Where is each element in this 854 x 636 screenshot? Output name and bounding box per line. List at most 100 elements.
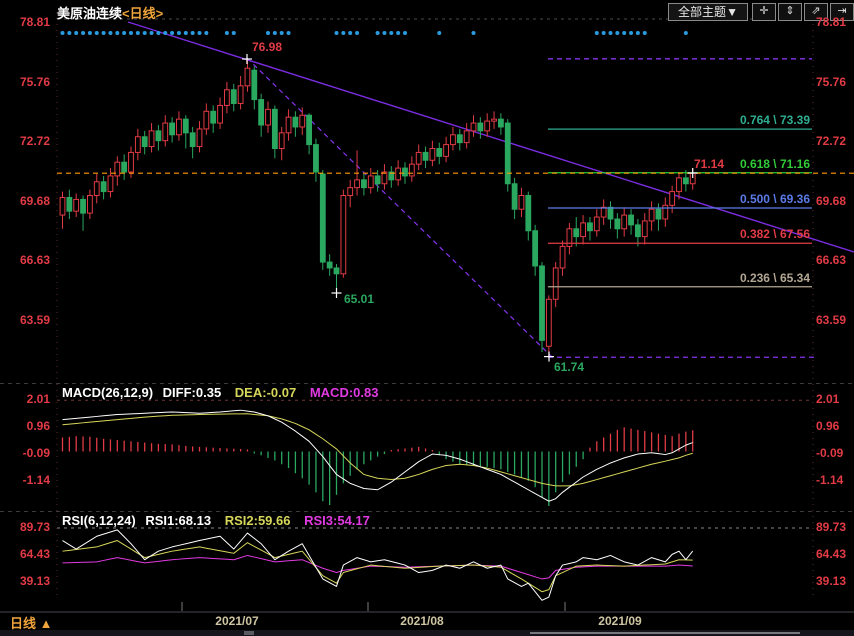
theme-dropdown[interactable]: 全部主题▼ bbox=[668, 3, 748, 21]
candle bbox=[526, 195, 531, 230]
theme-dropdown-label: 全部主题 bbox=[678, 5, 726, 19]
candle bbox=[574, 229, 579, 237]
candle bbox=[81, 199, 86, 213]
price-axis-label-right: 63.59 bbox=[816, 314, 854, 327]
candle bbox=[300, 115, 305, 127]
chart-canvas[interactable] bbox=[0, 0, 854, 636]
candle bbox=[362, 180, 367, 188]
candle bbox=[204, 111, 209, 129]
candle bbox=[334, 268, 339, 274]
axis-scale-button[interactable]: ⇕ bbox=[778, 3, 802, 21]
macd-axis-label-right: -1.14 bbox=[816, 474, 854, 487]
candle bbox=[540, 266, 545, 340]
candle bbox=[231, 90, 236, 104]
macd-axis-label-right: 0.96 bbox=[816, 420, 854, 433]
candle bbox=[546, 299, 551, 346]
fib-levels-layer bbox=[548, 59, 818, 357]
scrollbar-marker bbox=[244, 631, 254, 635]
candle bbox=[403, 168, 408, 176]
price-axis-label-left: 75.76 bbox=[2, 76, 50, 89]
candle bbox=[135, 137, 140, 153]
fib-level-label: 0.500 \ 69.36 bbox=[592, 192, 810, 206]
candle bbox=[115, 162, 120, 176]
period-up-arrow-icon: ▲ bbox=[40, 616, 53, 631]
candle bbox=[286, 117, 291, 133]
candle bbox=[396, 168, 401, 180]
macd-axis-label-right: -0.09 bbox=[816, 447, 854, 460]
candle bbox=[266, 109, 271, 125]
candle bbox=[533, 231, 538, 266]
candle bbox=[108, 176, 113, 192]
price-axis-label-right: 78.81 bbox=[816, 16, 854, 29]
date-axis-label: 2021/09 bbox=[598, 614, 641, 628]
candle bbox=[492, 119, 497, 121]
macd-axis-label-right: 2.01 bbox=[816, 393, 854, 406]
price-axis-label-left: 78.81 bbox=[2, 16, 50, 29]
rsi-title: RSI(6,12,24) bbox=[62, 513, 136, 528]
candle bbox=[197, 129, 202, 147]
rsi-panel-layer bbox=[63, 530, 693, 600]
candle bbox=[581, 223, 586, 237]
candle bbox=[375, 176, 380, 184]
candle bbox=[683, 178, 688, 184]
candle bbox=[629, 215, 634, 225]
rsi-axis-label-left: 64.43 bbox=[2, 548, 50, 561]
candle bbox=[444, 145, 449, 157]
period-tag: <日线> bbox=[122, 6, 163, 21]
macd-title: MACD(26,12,9) bbox=[62, 385, 153, 400]
price-axis-label-right: 72.72 bbox=[816, 135, 854, 148]
trendlines-layer bbox=[128, 22, 854, 357]
candle bbox=[608, 207, 613, 219]
candle bbox=[320, 174, 325, 262]
macd-axis-label-left: -0.09 bbox=[2, 447, 50, 460]
candle bbox=[478, 123, 483, 131]
candle bbox=[663, 205, 668, 219]
candle bbox=[341, 195, 346, 273]
fib-level-label: 0.236 \ 65.34 bbox=[592, 271, 810, 285]
candle bbox=[272, 109, 277, 148]
trading-app-window: 美原油连续<日线> 全部主题▼ ✛ ⇕ ⇗ ⇥ MACD(26,12,9) DI… bbox=[0, 0, 854, 636]
candle bbox=[60, 197, 65, 215]
date-axis-label: 2021/08 bbox=[400, 614, 443, 628]
candle bbox=[485, 121, 490, 131]
candle bbox=[649, 209, 654, 221]
candle bbox=[163, 123, 168, 141]
macd-panel-layer bbox=[63, 410, 693, 506]
macd-header: MACD(26,12,9) DIFF:0.35 DEA:-0.07 MACD:0… bbox=[62, 385, 378, 400]
candle bbox=[307, 115, 312, 144]
candle bbox=[464, 131, 469, 143]
candle bbox=[656, 209, 661, 219]
candle bbox=[122, 162, 127, 172]
price-annotation: 76.98 bbox=[252, 40, 282, 54]
candle bbox=[409, 164, 414, 176]
candle bbox=[252, 70, 257, 99]
candle bbox=[416, 152, 421, 164]
price-annotation: 71.14 bbox=[694, 157, 724, 171]
macd-axis-label-left: 2.01 bbox=[2, 393, 50, 406]
candle bbox=[457, 135, 462, 143]
rsi1-value: RSI1:68.13 bbox=[145, 513, 211, 528]
chevron-down-icon: ▼ bbox=[726, 5, 738, 19]
price-axis-label-left: 69.68 bbox=[2, 195, 50, 208]
candle bbox=[512, 184, 517, 209]
candle bbox=[101, 182, 106, 192]
candle bbox=[67, 197, 72, 211]
rsi-axis-label-left: 89.73 bbox=[2, 521, 50, 534]
price-annotation: 61.74 bbox=[554, 360, 584, 374]
axis-scale-icon: ⇕ bbox=[785, 5, 794, 17]
candle bbox=[553, 268, 558, 299]
candle bbox=[677, 178, 682, 192]
symbol-title: 美原油连续<日线> bbox=[57, 3, 163, 22]
candle bbox=[218, 105, 223, 123]
candle bbox=[499, 119, 504, 127]
pan-tool-button[interactable]: ✛ bbox=[752, 3, 776, 21]
macd-axis-label-left: 0.96 bbox=[2, 420, 50, 433]
price-axis-label-left: 66.63 bbox=[2, 254, 50, 267]
signal-dots-layer bbox=[61, 31, 688, 35]
candle bbox=[156, 131, 161, 141]
rsi-axis-label-right: 39.13 bbox=[816, 575, 854, 588]
candle bbox=[225, 90, 230, 106]
macd-axis-label-left: -1.14 bbox=[2, 474, 50, 487]
candle bbox=[451, 135, 456, 145]
period-selector-button[interactable]: 日线 ▲ bbox=[10, 613, 53, 632]
